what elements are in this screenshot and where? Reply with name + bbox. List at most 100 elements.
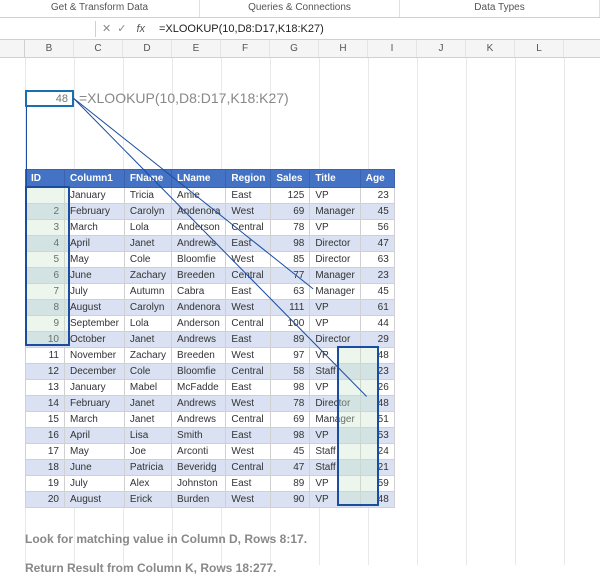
cell[interactable]: Lola: [124, 316, 171, 332]
cell[interactable]: 21: [360, 460, 394, 476]
table-row[interactable]: 2FebruaryCarolynAndenoraWest69Manager45: [26, 204, 395, 220]
cell[interactable]: 5: [26, 252, 65, 268]
cell[interactable]: 17: [26, 444, 65, 460]
cell[interactable]: Patricia: [124, 460, 171, 476]
cell[interactable]: VP: [310, 380, 360, 396]
cell[interactable]: 15: [26, 412, 65, 428]
table-row[interactable]: 6JuneZacharyBreedenCentral77Manager23: [26, 268, 395, 284]
cell[interactable]: Lola: [124, 220, 171, 236]
table-row[interactable]: 10OctoberJanetAndrewsEast89Director29: [26, 332, 395, 348]
cell[interactable]: February: [65, 396, 125, 412]
cell[interactable]: Manager: [310, 268, 360, 284]
table-row[interactable]: 17MayJoeArcontiWest45Staff24: [26, 444, 395, 460]
cell[interactable]: 69: [271, 204, 310, 220]
cell[interactable]: 59: [360, 476, 394, 492]
table-row[interactable]: 11NovemberZacharyBreedenWest97VP48: [26, 348, 395, 364]
cell[interactable]: 45: [360, 284, 394, 300]
cell[interactable]: 23: [360, 268, 394, 284]
cell[interactable]: Cabra: [172, 284, 226, 300]
cell[interactable]: VP: [310, 476, 360, 492]
cancel-icon[interactable]: ✕: [102, 22, 111, 35]
cell[interactable]: 8: [26, 300, 65, 316]
fx-icon[interactable]: fx: [136, 23, 145, 35]
cell[interactable]: July: [65, 284, 125, 300]
col-header[interactable]: E: [172, 40, 221, 57]
cell[interactable]: Janet: [124, 332, 171, 348]
table-row[interactable]: JanuaryTriciaAmieEast125VP23: [26, 188, 395, 204]
cell[interactable]: 4: [26, 236, 65, 252]
cell[interactable]: 89: [271, 332, 310, 348]
col-header[interactable]: D: [123, 40, 172, 57]
col-header[interactable]: G: [270, 40, 319, 57]
cell[interactable]: October: [65, 332, 125, 348]
cell[interactable]: Breeden: [172, 268, 226, 284]
cell[interactable]: VP: [310, 492, 360, 508]
cell[interactable]: 29: [360, 332, 394, 348]
cell[interactable]: 48: [360, 396, 394, 412]
cell[interactable]: Janet: [124, 396, 171, 412]
cell[interactable]: 47: [271, 460, 310, 476]
cell[interactable]: Central: [226, 268, 271, 284]
cell[interactable]: Director: [310, 332, 360, 348]
cell[interactable]: 12: [26, 364, 65, 380]
cell[interactable]: Smith: [172, 428, 226, 444]
cell[interactable]: Andrews: [172, 396, 226, 412]
th-age[interactable]: Age: [360, 170, 394, 188]
cell[interactable]: 6: [26, 268, 65, 284]
cell[interactable]: East: [226, 428, 271, 444]
cell[interactable]: West: [226, 444, 271, 460]
cell[interactable]: Manager: [310, 204, 360, 220]
cell[interactable]: 18: [26, 460, 65, 476]
cell[interactable]: 78: [271, 396, 310, 412]
cell[interactable]: VP: [310, 220, 360, 236]
col-header[interactable]: J: [417, 40, 466, 57]
cell[interactable]: Manager: [310, 412, 360, 428]
cell[interactable]: East: [226, 236, 271, 252]
cell[interactable]: 23: [360, 188, 394, 204]
table-row[interactable]: 14FebruaryJanetAndrewsWest78Director48: [26, 396, 395, 412]
table-row[interactable]: 16AprilLisaSmithEast98VP53: [26, 428, 395, 444]
cell[interactable]: July: [65, 476, 125, 492]
cell[interactable]: 98: [271, 428, 310, 444]
cell[interactable]: Zachary: [124, 268, 171, 284]
cell[interactable]: May: [65, 252, 125, 268]
col-header[interactable]: B: [25, 40, 74, 57]
cell[interactable]: 90: [271, 492, 310, 508]
cell[interactable]: Cole: [124, 252, 171, 268]
cell[interactable]: Alex: [124, 476, 171, 492]
cell[interactable]: West: [226, 396, 271, 412]
select-all-corner[interactable]: [0, 40, 25, 57]
cell[interactable]: Staff: [310, 364, 360, 380]
cell[interactable]: 3: [26, 220, 65, 236]
cell[interactable]: Mabel: [124, 380, 171, 396]
cell[interactable]: 45: [360, 204, 394, 220]
cell[interactable]: West: [226, 348, 271, 364]
cell[interactable]: Central: [226, 316, 271, 332]
cell[interactable]: Andenora: [172, 204, 226, 220]
cell[interactable]: VP: [310, 300, 360, 316]
cell[interactable]: February: [65, 204, 125, 220]
cell[interactable]: [26, 188, 65, 204]
cell[interactable]: Central: [226, 364, 271, 380]
cell[interactable]: June: [65, 268, 125, 284]
cell[interactable]: VP: [310, 428, 360, 444]
cell[interactable]: January: [65, 188, 125, 204]
cell[interactable]: 10: [26, 332, 65, 348]
th-column1[interactable]: Column1: [65, 170, 125, 188]
cell[interactable]: Anderson: [172, 316, 226, 332]
cell[interactable]: Manager: [310, 284, 360, 300]
cell[interactable]: Lisa: [124, 428, 171, 444]
cell[interactable]: VP: [310, 188, 360, 204]
cell[interactable]: 14: [26, 396, 65, 412]
th-id[interactable]: ID: [26, 170, 65, 188]
cell[interactable]: 77: [271, 268, 310, 284]
cell[interactable]: Andenora: [172, 300, 226, 316]
cell[interactable]: January: [65, 380, 125, 396]
table-row[interactable]: 15MarchJanetAndrewsCentral69Manager51: [26, 412, 395, 428]
cell[interactable]: Joe: [124, 444, 171, 460]
col-header[interactable]: K: [466, 40, 515, 57]
cell[interactable]: August: [65, 300, 125, 316]
cell[interactable]: East: [226, 380, 271, 396]
th-fname[interactable]: FName: [124, 170, 171, 188]
cell[interactable]: Central: [226, 460, 271, 476]
